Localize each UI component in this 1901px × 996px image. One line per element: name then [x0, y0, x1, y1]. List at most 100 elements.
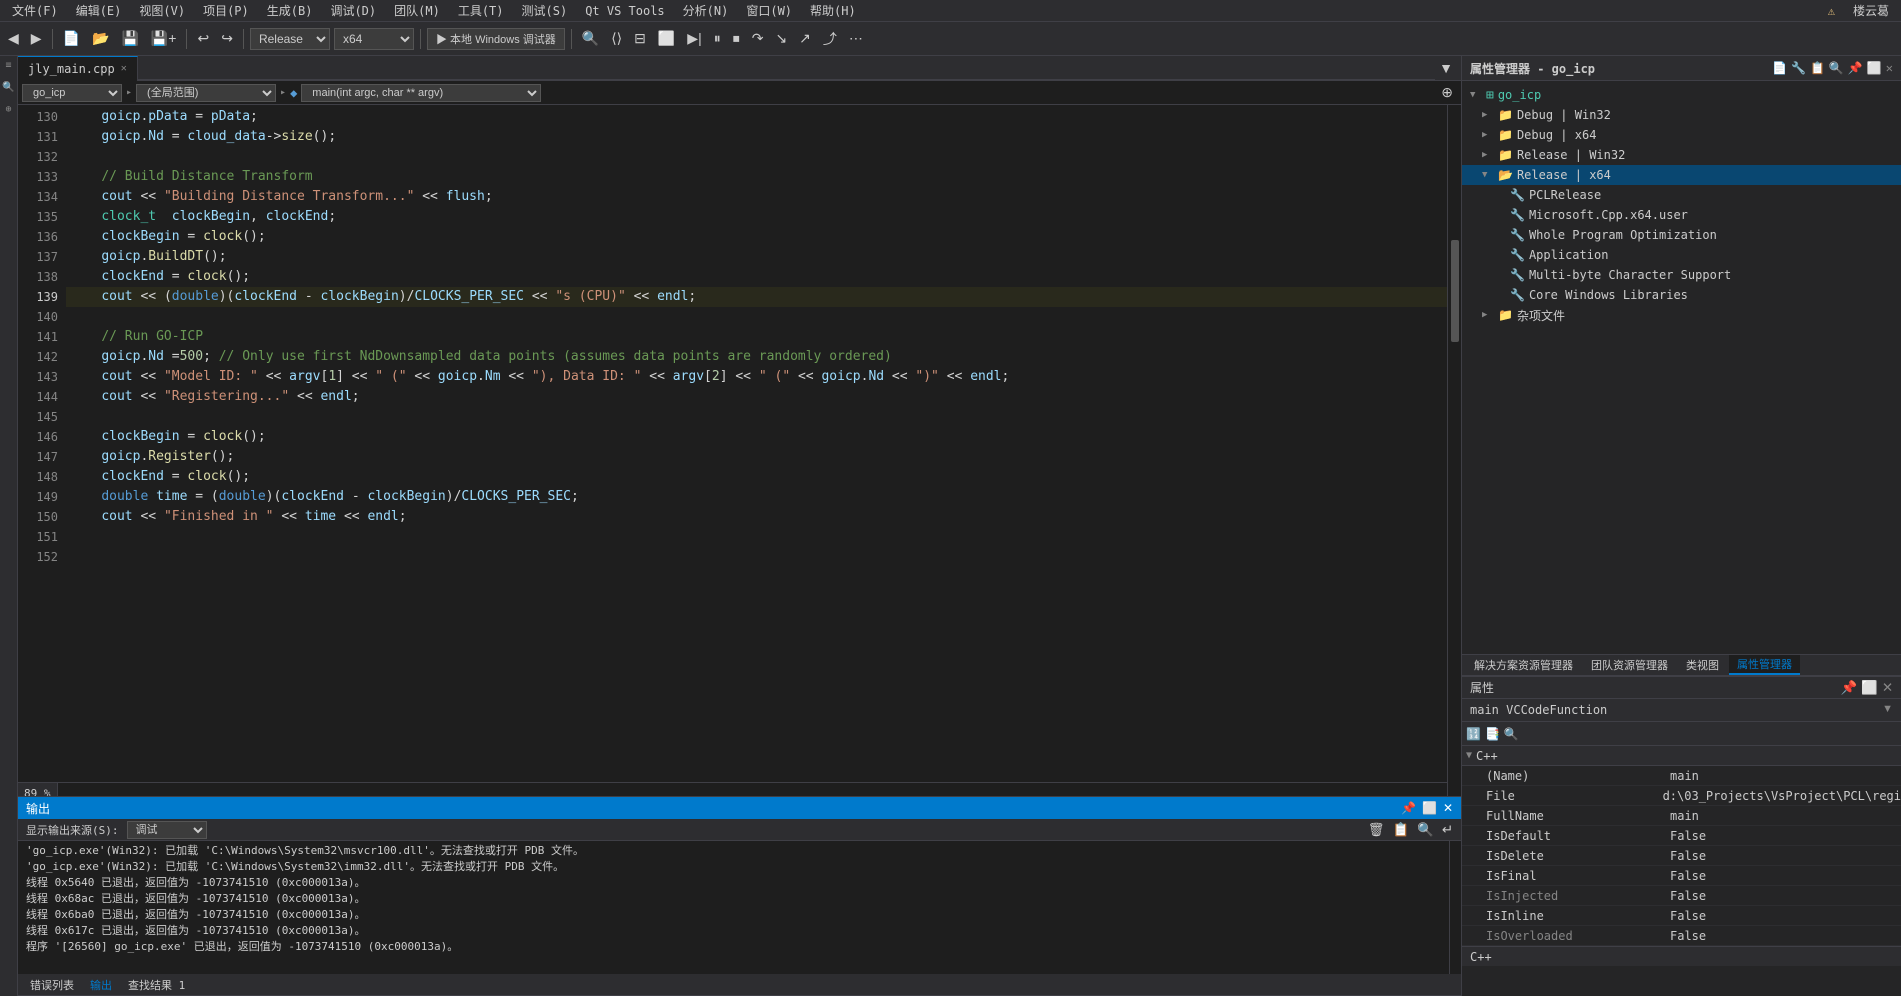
output-tab-errors[interactable]: 错误列表	[26, 975, 78, 995]
menu-team[interactable]: 团队(M)	[386, 0, 448, 21]
prop-search-btn[interactable]: 🔍	[1504, 727, 1519, 741]
menu-help[interactable]: 帮助(H)	[802, 0, 864, 21]
toolbar-btn-15[interactable]: ⤴	[819, 27, 841, 51]
prop-float-btn[interactable]: ⬜	[1861, 680, 1878, 696]
tree-item-pclrelease[interactable]: 🔧 PCLRelease	[1462, 185, 1901, 205]
prop-main-header: 属性 📌 ⬜ ✕	[1462, 677, 1901, 699]
tab-scroll-right[interactable]: ▼	[1435, 58, 1457, 78]
scope-detail-dropdown[interactable]: (全局范围)	[136, 84, 276, 102]
menu-qtvstools[interactable]: Qt VS Tools	[577, 2, 672, 20]
prop-rows-container[interactable]: (Name) main File d:\03_Projects\VsProjec…	[1462, 766, 1901, 996]
panel-close-btn[interactable]: ✕	[1886, 61, 1893, 75]
menu-window[interactable]: 窗口(W)	[738, 0, 800, 21]
output-tab-output[interactable]: 输出	[86, 975, 116, 995]
prop-row-isdefault: IsDefault False	[1462, 826, 1901, 846]
toolbar-btn-16[interactable]: ⋯	[845, 28, 867, 49]
toolbar-btn-13[interactable]: ↘	[771, 28, 791, 49]
toolbar-btn-7[interactable]: ⊟	[630, 28, 650, 49]
menu-view[interactable]: 视图(V)	[131, 0, 193, 21]
tree-item-misc[interactable]: ▶ 📁 杂项文件	[1462, 305, 1901, 325]
tree-root[interactable]: ▼ ⊞ go_icp	[1462, 85, 1901, 105]
prop-row-isinjected: IsInjected False	[1462, 886, 1901, 906]
function-dropdown[interactable]: main(int argc, char ** argv)	[301, 84, 541, 102]
tree-item-release-x64[interactable]: ▼ 📂 Release | x64	[1462, 165, 1901, 185]
menu-build[interactable]: 生成(B)	[259, 0, 321, 21]
platform-dropdown[interactable]: x64 x86	[334, 28, 414, 50]
tree-item-microsoftcpp[interactable]: 🔧 Microsoft.Cpp.x64.user	[1462, 205, 1901, 225]
toolbar-open-btn[interactable]: 📂	[88, 28, 113, 49]
tab-close-btn[interactable]: ✕	[121, 63, 127, 74]
right-tab-class[interactable]: 类视图	[1678, 655, 1727, 675]
output-source-select[interactable]: 调试	[127, 821, 207, 839]
menu-project[interactable]: 项目(P)	[195, 0, 257, 21]
toolbar-btn-9[interactable]: ▶|	[683, 28, 705, 49]
toolbar-btn-8[interactable]: ⬜	[654, 28, 679, 49]
toolbar-undo-btn[interactable]: ↩	[193, 28, 213, 49]
right-tab-solution[interactable]: 解决方案资源管理器	[1466, 655, 1581, 675]
config-dropdown[interactable]: Release Debug	[250, 28, 330, 50]
prop-group-btn[interactable]: 📑	[1485, 727, 1500, 741]
menu-analyze[interactable]: 分析(N)	[675, 0, 737, 21]
prop-label-file: File	[1462, 789, 1655, 803]
panel-header: 属性管理器 - go_icp 📄 🔧 📋 🔍 📌 ⬜ ✕	[1462, 56, 1901, 81]
toolbar-btn-10[interactable]: ⏸	[710, 28, 725, 49]
output-tab-find[interactable]: 查找结果 1	[124, 975, 189, 995]
tree-item-multibyte[interactable]: 🔧 Multi-byte Character Support	[1462, 265, 1901, 285]
activity-icon-3[interactable]: ⊕	[2, 104, 16, 118]
tree-item-debug-win32[interactable]: ▶ 📁 Debug | Win32	[1462, 105, 1901, 125]
panel-icon-2[interactable]: 🔧	[1791, 61, 1806, 75]
toolbar-btn-12[interactable]: ↷	[748, 28, 768, 49]
toolbar-save-btn[interactable]: 💾	[117, 28, 142, 49]
output-scrollbar[interactable]	[1449, 841, 1461, 974]
panel-icon-4[interactable]: 🔍	[1829, 61, 1844, 75]
output-float-btn[interactable]: ⬜	[1422, 801, 1437, 815]
tree-item-release-win32[interactable]: ▶ 📁 Release | Win32	[1462, 145, 1901, 165]
right-tab-team[interactable]: 团队资源管理器	[1583, 655, 1676, 675]
tree-item-corewindows[interactable]: 🔧 Core Windows Libraries	[1462, 285, 1901, 305]
menu-file[interactable]: 文件(F)	[4, 0, 66, 21]
toolbar-btn-11[interactable]: ⏹	[729, 28, 744, 49]
output-copy-btn[interactable]: 📋	[1393, 822, 1410, 838]
tab-main[interactable]: jly_main.cpp ✕	[18, 56, 138, 81]
menu-tools[interactable]: 工具(T)	[450, 0, 512, 21]
panel-icon-3[interactable]: 📋	[1810, 61, 1825, 75]
h-scrollbar[interactable]	[58, 782, 1448, 796]
menu-test[interactable]: 测试(S)	[514, 0, 576, 21]
toolbar-btn-14[interactable]: ↗	[795, 28, 815, 49]
output-wrap-btn[interactable]: ↵	[1442, 822, 1453, 838]
right-tab-properties[interactable]: 属性管理器	[1729, 655, 1800, 675]
toolbar-forward-btn[interactable]: ▶	[27, 28, 46, 49]
output-close-btn[interactable]: ✕	[1443, 801, 1453, 815]
prop-pin-btn[interactable]: 📌	[1841, 680, 1858, 696]
scope-dropdown[interactable]: go_icp	[22, 84, 122, 102]
run-btn[interactable]: ▶ 本地 Windows 调试器	[427, 28, 565, 50]
menu-edit[interactable]: 编辑(E)	[68, 0, 130, 21]
tree-item-application[interactable]: 🔧 Application	[1462, 245, 1901, 265]
activity-icon-1[interactable]: ≡	[2, 60, 16, 74]
panel-icon-1[interactable]: 📄	[1772, 61, 1787, 75]
prop-dropdown-btn[interactable]: ▼	[1882, 703, 1893, 715]
toolbar-redo-btn[interactable]: ↪	[217, 28, 237, 49]
menu-debug[interactable]: 调试(D)	[322, 0, 384, 21]
nav-expand-btn[interactable]: ⊕	[1437, 82, 1457, 103]
output-pin-btn[interactable]: 📌	[1401, 801, 1416, 815]
toolbar-save-all-btn[interactable]: 💾+	[147, 28, 181, 49]
toolbar-btn-6[interactable]: ⟨⟩	[607, 28, 626, 49]
prop-close-btn[interactable]: ✕	[1882, 680, 1893, 696]
code-area[interactable]: goicp.pData = pData; goicp.Nd = cloud_da…	[66, 105, 1447, 782]
output-clear-btn[interactable]: 🗑	[1368, 822, 1385, 838]
tree-view[interactable]: ▼ ⊞ go_icp ▶ 📁 Debug | Win32 ▶	[1462, 81, 1901, 654]
tree-item-debug-x64[interactable]: ▶ 📁 Debug | x64	[1462, 125, 1901, 145]
output-search-btn[interactable]: 🔍	[1417, 822, 1434, 838]
prop-sort-btn[interactable]: 🔢	[1466, 727, 1481, 741]
toolbar-back-btn[interactable]: ◀	[4, 28, 23, 49]
activity-icon-2[interactable]: 🔍	[2, 82, 16, 96]
output-content-area: 'go_icp.exe'(Win32): 已加载 'C:\Windows\Sys…	[18, 841, 1461, 974]
panel-float-btn[interactable]: ⬜	[1867, 61, 1882, 75]
toolbar-search-btn[interactable]: 🔍	[578, 28, 603, 49]
tree-item-wholeprog[interactable]: 🔧 Whole Program Optimization	[1462, 225, 1901, 245]
editor-scrollbar[interactable]	[1447, 105, 1461, 782]
panel-pin-btn[interactable]: 📌	[1848, 61, 1863, 75]
editor[interactable]: 130 131 132 133 134 135 136 137 138 139 …	[18, 105, 1461, 782]
toolbar-new-btn[interactable]: 📄	[59, 28, 84, 49]
